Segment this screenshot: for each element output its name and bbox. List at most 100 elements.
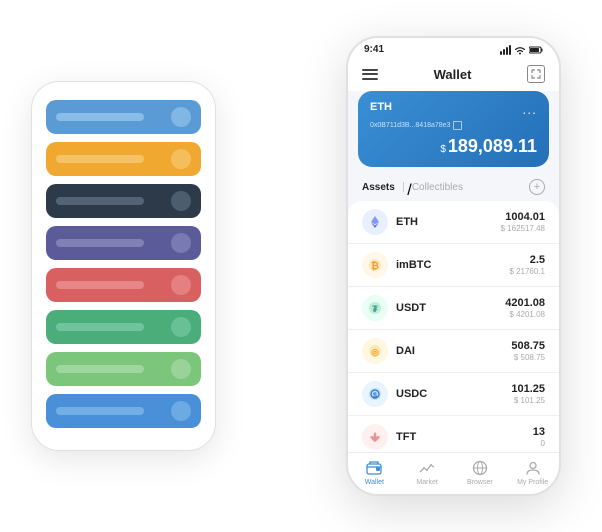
bg-card-8-icon: [171, 401, 191, 421]
bg-card-6: [46, 310, 201, 344]
browser-nav-icon: [471, 459, 489, 477]
nav-profile[interactable]: My Profile: [506, 459, 559, 486]
signal-icon: [500, 45, 511, 55]
tft-usd: 0: [533, 439, 545, 448]
eth-name: ETH: [396, 216, 501, 228]
svg-text:₮: ₮: [372, 304, 378, 314]
asset-row-tft[interactable]: TFT 13 0: [348, 416, 559, 452]
nav-browser[interactable]: Browser: [454, 459, 507, 486]
usdt-icon: ₮: [362, 295, 388, 321]
eth-currency: $: [440, 144, 446, 155]
menu-button[interactable]: [362, 69, 378, 80]
asset-row-eth[interactable]: ETH 1004.01 $ 162517.48: [348, 201, 559, 244]
eth-amount: $189,089.11: [370, 136, 537, 157]
tab-collectibles[interactable]: Collectibles: [412, 182, 463, 193]
eth-usd: $ 162517.48: [501, 224, 546, 233]
tft-name: TFT: [396, 431, 533, 443]
bg-card-4-icon: [171, 233, 191, 253]
market-nav-label: Market: [416, 479, 437, 486]
bg-card-5-icon: [171, 275, 191, 295]
tab-assets[interactable]: Assets: [362, 182, 395, 193]
background-phone: [31, 81, 216, 451]
bg-card-8: [46, 394, 201, 428]
copy-icon[interactable]: [453, 121, 462, 130]
tft-icon: [362, 424, 388, 450]
bg-card-7-text: [56, 365, 144, 373]
bg-card-8-text: [56, 407, 144, 415]
usdc-name: USDC: [396, 388, 511, 400]
imbtc-usd: $ 21760.1: [509, 267, 545, 276]
bg-card-1-text: [56, 113, 144, 121]
wallet-nav-label: Wallet: [365, 479, 384, 486]
assets-tabs: Assets / Collectibles: [362, 182, 463, 193]
bottom-nav: Wallet Market Browser My Profile: [348, 452, 559, 494]
scene: 9:41: [11, 11, 591, 521]
usdt-usd: $ 4201.08: [505, 310, 545, 319]
eth-card[interactable]: ETH ... 0x0B711d3B...8418a78e3 $189,089.…: [358, 91, 549, 167]
bg-card-1-icon: [171, 107, 191, 127]
tab-divider: /: [403, 182, 404, 192]
bg-card-1: [46, 100, 201, 134]
nav-market[interactable]: Market: [401, 459, 454, 486]
wallet-title: Wallet: [434, 67, 472, 82]
usdc-amount: 101.25: [511, 383, 545, 395]
market-nav-icon: [418, 459, 436, 477]
eth-amount-value: 189,089.11: [448, 136, 537, 156]
bg-card-3-icon: [171, 191, 191, 211]
bg-card-7-icon: [171, 359, 191, 379]
bg-card-6-text: [56, 323, 144, 331]
expand-button[interactable]: [527, 65, 545, 83]
dai-usd: $ 508.75: [511, 353, 545, 362]
usdc-values: 101.25 $ 101.25: [511, 383, 545, 405]
usdt-amount: 4201.08: [505, 297, 545, 309]
asset-row-usdt[interactable]: ₮ USDT 4201.08 $ 4201.08: [348, 287, 559, 330]
imbtc-amount: 2.5: [509, 254, 545, 266]
asset-list: ETH 1004.01 $ 162517.48 ₿ imBTC 2.5 $ 21…: [348, 201, 559, 452]
wallet-nav-icon: [365, 459, 383, 477]
svg-text:$: $: [373, 393, 377, 400]
phone-header: Wallet: [348, 59, 559, 91]
bg-card-2-icon: [171, 149, 191, 169]
asset-row-usdc[interactable]: $ USDC 101.25 $ 101.25: [348, 373, 559, 416]
dai-icon: ◎: [362, 338, 388, 364]
status-icons: [500, 45, 543, 55]
usdc-usd: $ 101.25: [511, 396, 545, 405]
bg-card-4-text: [56, 239, 144, 247]
usdt-values: 4201.08 $ 4201.08: [505, 297, 545, 319]
wifi-icon: [514, 45, 526, 55]
bg-card-3-text: [56, 197, 144, 205]
eth-address-text: 0x0B711d3B...8418a78e3: [370, 122, 450, 129]
eth-icon: [362, 209, 388, 235]
asset-row-imbtc[interactable]: ₿ imBTC 2.5 $ 21760.1: [348, 244, 559, 287]
eth-address: 0x0B711d3B...8418a78e3: [370, 121, 537, 130]
profile-nav-label: My Profile: [517, 479, 548, 486]
dai-amount: 508.75: [511, 340, 545, 352]
bg-card-5: [46, 268, 201, 302]
imbtc-name: imBTC: [396, 259, 509, 271]
add-asset-button[interactable]: +: [529, 179, 545, 195]
bg-card-5-text: [56, 281, 144, 289]
bg-card-7: [46, 352, 201, 386]
dai-name: DAI: [396, 345, 511, 357]
bg-card-4: [46, 226, 201, 260]
eth-card-menu[interactable]: ...: [522, 101, 537, 117]
asset-row-dai[interactable]: ◎ DAI 508.75 $ 508.75: [348, 330, 559, 373]
usdc-icon: $: [362, 381, 388, 407]
eth-amount-val: 1004.01: [501, 211, 546, 223]
nav-wallet[interactable]: Wallet: [348, 459, 401, 486]
eth-card-top: ETH ...: [370, 101, 537, 117]
imbtc-values: 2.5 $ 21760.1: [509, 254, 545, 276]
bg-card-2-text: [56, 155, 144, 163]
battery-icon: [529, 46, 543, 54]
tft-values: 13 0: [533, 426, 545, 448]
bg-card-6-icon: [171, 317, 191, 337]
bg-card-3: [46, 184, 201, 218]
eth-values: 1004.01 $ 162517.48: [501, 211, 546, 233]
dai-values: 508.75 $ 508.75: [511, 340, 545, 362]
tft-amount: 13: [533, 426, 545, 438]
status-time: 9:41: [364, 44, 384, 55]
browser-nav-label: Browser: [467, 479, 493, 486]
svg-text:◎: ◎: [371, 347, 379, 357]
imbtc-icon: ₿: [362, 252, 388, 278]
profile-nav-icon: [524, 459, 542, 477]
